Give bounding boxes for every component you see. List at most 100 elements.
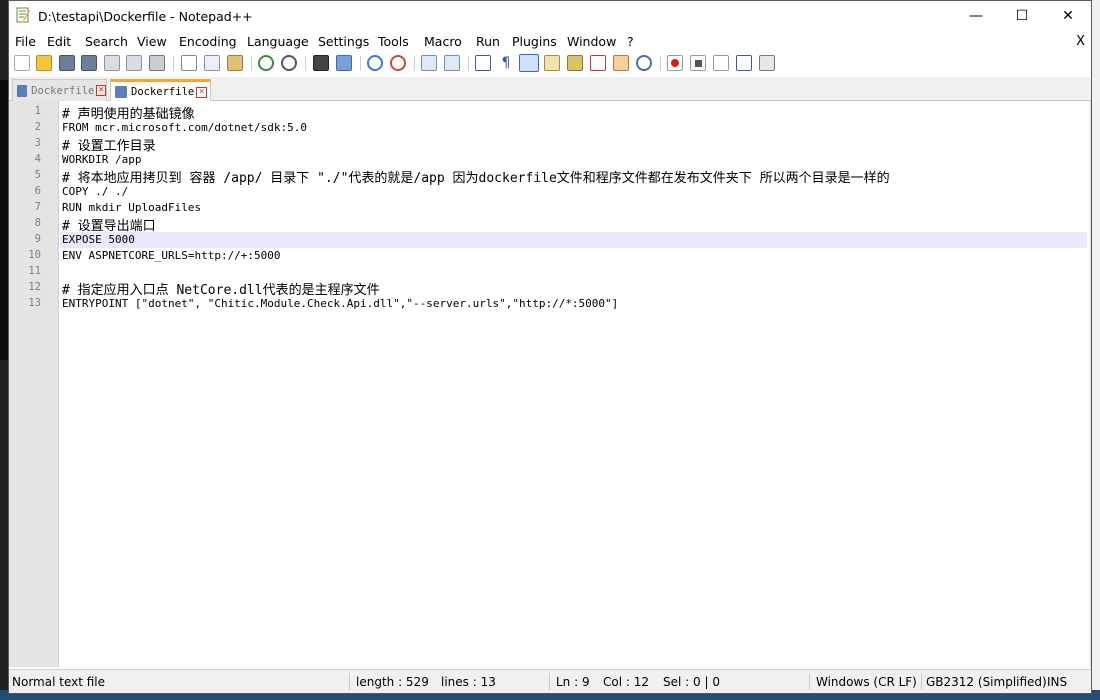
copy-icon[interactable]	[204, 55, 220, 71]
code-line: COPY ./ ./	[62, 185, 129, 198]
menu-tools[interactable]: Tools	[378, 34, 409, 49]
saved-file-icon	[17, 84, 28, 97]
undo-icon[interactable]	[258, 55, 274, 71]
status-separator	[349, 673, 350, 690]
menu-window[interactable]: Window	[567, 34, 616, 49]
save-all-icon[interactable]	[81, 55, 97, 71]
menu-help[interactable]: ?	[627, 34, 634, 49]
toolbar-separator	[305, 56, 306, 71]
notepadpp-window: D:\testapi\Dockerfile - Notepad++ — ☐ ✕ …	[8, 0, 1092, 694]
record-macro-icon[interactable]	[667, 55, 683, 71]
open-file-icon[interactable]	[36, 55, 52, 71]
maximize-button[interactable]: ☐	[999, 1, 1045, 31]
paste-icon[interactable]	[227, 55, 243, 71]
current-line-highlight	[60, 232, 1087, 248]
line-number: 5	[34, 169, 41, 181]
toolbar-separator	[414, 56, 415, 71]
sync-vertical-icon[interactable]	[421, 55, 437, 71]
cut-icon[interactable]	[181, 55, 197, 71]
function-list-icon[interactable]	[590, 55, 606, 71]
replace-icon[interactable]	[336, 55, 352, 71]
line-number: 4	[34, 153, 41, 165]
close-file-icon[interactable]	[104, 55, 120, 71]
redo-icon[interactable]	[281, 55, 297, 71]
word-wrap-icon[interactable]	[475, 55, 491, 71]
line-number: 13	[28, 297, 41, 309]
code-line: # 设置工作目录	[62, 139, 156, 154]
menu-run[interactable]: Run	[476, 34, 500, 49]
tab-label: Dockerfile	[31, 84, 95, 97]
status-bar: Normal text file length : 529 lines : 13…	[9, 669, 1091, 693]
zoom-in-icon[interactable]	[367, 55, 383, 71]
line-number: 10	[28, 249, 41, 261]
code-line: ENTRYPOINT ["dotnet", "Chitic.Module.Che…	[62, 297, 619, 310]
menu-edit[interactable]: Edit	[47, 34, 71, 49]
menu-file[interactable]: File	[15, 34, 36, 49]
editor-edge	[1090, 101, 1091, 667]
tab-bar: Dockerfile × Dockerfile ×	[9, 77, 1091, 102]
menu-macro[interactable]: Macro	[424, 34, 462, 49]
saved-file-icon	[115, 86, 127, 98]
run-macro-multiple-icon[interactable]	[736, 55, 752, 71]
close-tab-icon[interactable]: ×	[196, 86, 208, 98]
menu-view[interactable]: View	[137, 34, 167, 49]
toolbar-separator	[360, 56, 361, 71]
code-line: WORKDIR /app	[62, 153, 142, 166]
status-eol[interactable]: Windows (CR LF)	[816, 675, 917, 689]
show-all-chars-icon[interactable]: ¶	[498, 55, 514, 71]
tab-dockerfile-2[interactable]: Dockerfile ×	[110, 79, 211, 102]
toolbar-separator	[251, 56, 252, 71]
close-window-button[interactable]: ✕	[1045, 1, 1091, 31]
save-icon[interactable]	[59, 55, 75, 71]
code-line: ENV ASPNETCORE_URLS=http://+:5000	[62, 249, 281, 262]
close-tab-icon[interactable]: ×	[96, 85, 106, 96]
code-text-area[interactable]: # 声明使用的基础镜像 FROM mcr.microsoft.com/dotne…	[60, 101, 1091, 667]
folder-workspace-icon[interactable]	[613, 55, 629, 71]
menu-encoding[interactable]: Encoding	[179, 34, 237, 49]
status-separator	[549, 673, 550, 690]
line-number: 7	[34, 201, 41, 213]
tab-dockerfile-1[interactable]: Dockerfile ×	[12, 79, 107, 101]
sync-horizontal-icon[interactable]	[444, 55, 460, 71]
print-icon[interactable]	[149, 55, 165, 71]
zoom-out-icon[interactable]	[390, 55, 406, 71]
status-separator	[921, 673, 922, 690]
line-number: 11	[28, 265, 41, 277]
play-macro-icon[interactable]	[713, 55, 729, 71]
editor-pane[interactable]: 1 2 3 4 5 6 7 8 9 10 11 12 13 # 声明使用的基础镜…	[9, 101, 1091, 667]
monitoring-icon[interactable]	[636, 55, 652, 71]
close-document-button[interactable]: X	[1076, 34, 1085, 49]
new-file-icon[interactable]	[14, 55, 30, 71]
minimize-button[interactable]: —	[953, 1, 999, 31]
menu-plugins[interactable]: Plugins	[512, 34, 557, 49]
stop-macro-icon[interactable]	[690, 55, 706, 71]
status-file-type: Normal text file	[12, 675, 106, 689]
line-number: 12	[28, 281, 41, 293]
code-line: # 将本地应用拷贝到 容器 /app/ 目录下 "./"代表的就是/app 因为…	[62, 171, 890, 186]
status-lines: lines : 13	[441, 675, 496, 689]
status-encoding[interactable]: GB2312 (Simplified)	[926, 675, 1047, 689]
status-insert-mode[interactable]: INS	[1047, 675, 1067, 689]
title-bar[interactable]: D:\testapi\Dockerfile - Notepad++ — ☐ ✕	[9, 1, 1091, 32]
line-number: 8	[34, 217, 41, 229]
save-macro-icon[interactable]	[759, 55, 775, 71]
window-title: D:\testapi\Dockerfile - Notepad++	[38, 9, 253, 24]
code-line: RUN mkdir UploadFiles	[62, 201, 202, 214]
tab-label: Dockerfile	[131, 86, 195, 98]
menu-settings[interactable]: Settings	[318, 34, 369, 49]
menu-search[interactable]: Search	[85, 34, 128, 49]
status-separator	[809, 673, 810, 690]
menu-language[interactable]: Language	[247, 34, 309, 49]
code-line: EXPOSE 5000	[62, 233, 135, 246]
line-number: 2	[34, 121, 41, 133]
close-all-icon[interactable]	[126, 55, 142, 71]
indent-guide-icon[interactable]	[519, 54, 539, 72]
toolbar-separator	[468, 56, 469, 71]
status-selection: Sel : 0 | 0	[663, 675, 720, 689]
notepadpp-app-icon	[16, 7, 30, 23]
find-icon[interactable]	[313, 55, 329, 71]
udl-icon[interactable]	[544, 55, 560, 71]
line-number: 3	[34, 137, 41, 149]
status-length: length : 529	[356, 675, 429, 689]
doc-map-icon[interactable]	[567, 55, 583, 71]
